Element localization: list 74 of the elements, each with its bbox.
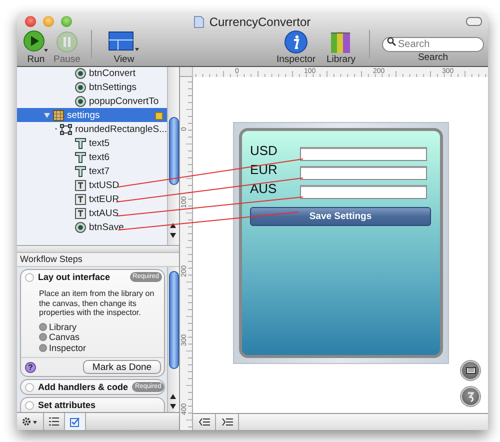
radio-button[interactable]: [25, 272, 34, 282]
outline-item[interactable]: txtAUS: [17, 206, 167, 220]
books-icon[interactable]: [330, 30, 352, 54]
scroll-up-icon[interactable]: [170, 393, 176, 399]
search-icon: [387, 37, 396, 46]
gear-icon: [22, 417, 38, 426]
document-icon: [194, 16, 204, 28]
text-field-icon: [75, 208, 86, 218]
outline-item[interactable]: settings: [17, 108, 167, 122]
round-button-icon: [75, 222, 86, 232]
outline-item[interactable]: popupConvertTo: [17, 94, 167, 108]
step-link[interactable]: Inspector: [39, 342, 164, 353]
outline-scrollbar[interactable]: [167, 67, 179, 245]
step-link[interactable]: Library: [39, 322, 164, 332]
view-tool[interactable]: View: [100, 30, 148, 65]
badge-icon: [155, 112, 163, 120]
mark-done-button[interactable]: Mark as Done: [83, 360, 161, 374]
scroll-down-icon[interactable]: [170, 404, 176, 410]
keyboard-icon: [466, 367, 476, 374]
save-settings-button[interactable]: Save Settings: [250, 207, 431, 226]
text-icon: [75, 166, 86, 176]
step-title: Lay out interface: [38, 271, 112, 283]
splitter-handle[interactable]: [17, 246, 179, 253]
nodes-icon: [60, 124, 72, 134]
outline-item[interactable]: text6: [17, 150, 167, 164]
keyboard-toggle-button[interactable]: [461, 361, 480, 380]
outline-item[interactable]: btnSave: [17, 220, 167, 234]
outdent-icon: [198, 418, 210, 426]
input-field[interactable]: [300, 166, 427, 180]
window-title: CurrencyConvertor: [209, 15, 311, 29]
round-button-icon: [75, 96, 86, 106]
library-tool[interactable]: Library: [321, 30, 361, 65]
outline-item[interactable]: btnConvert: [17, 67, 167, 80]
rotate-button[interactable]: [461, 387, 480, 406]
toolbar-toggle-button[interactable]: [466, 17, 482, 26]
step-title: Add handlers & code: [38, 381, 128, 393]
checklist-tool-button[interactable]: [65, 413, 86, 430]
currency-label: EUR: [250, 163, 278, 176]
outline-item[interactable]: roundedRectangleS...: [17, 122, 167, 136]
steps-scrollbar[interactable]: [167, 267, 179, 412]
scroll-down-icon[interactable]: [170, 233, 176, 239]
disclosure-triangle-icon[interactable]: [44, 112, 50, 118]
text-icon: [75, 152, 86, 162]
currency-label: USD: [250, 144, 278, 157]
search-label: Search: [418, 52, 448, 63]
panel-header: Workflow Steps: [17, 253, 179, 267]
indent-icon: [222, 418, 232, 426]
input-field[interactable]: [300, 184, 427, 198]
text-icon: [75, 138, 86, 148]
inspector-tool[interactable]: Inspector: [271, 30, 321, 65]
help-button[interactable]: ?: [25, 362, 36, 372]
outline-item[interactable]: txtEUR: [17, 192, 167, 206]
grid-icon: [53, 110, 64, 120]
text-field-icon: [75, 194, 86, 204]
outline-item[interactable]: btnSettings: [17, 80, 167, 94]
play-icon[interactable]: [23, 30, 49, 54]
run-tool[interactable]: Run: [21, 30, 51, 65]
currency-label: AUS: [250, 182, 278, 195]
outline-item[interactable]: txtUSD: [17, 178, 167, 192]
info-icon[interactable]: [284, 30, 308, 54]
close-button[interactable]: [25, 16, 36, 26]
window-layout-icon[interactable]: [108, 30, 140, 52]
scroll-up-icon[interactable]: [170, 222, 176, 228]
outline-item[interactable]: text5: [17, 136, 167, 150]
checklist-icon: [70, 416, 80, 426]
text-field-icon: [75, 180, 86, 190]
step-title: Set attributes: [38, 399, 97, 411]
round-button-icon: [75, 82, 86, 92]
step-link[interactable]: Canvas: [39, 332, 164, 342]
step-description: Place an item from the library on the canvas, then change its properties with the inspector.: [39, 289, 156, 318]
outline-item[interactable]: text7: [17, 164, 167, 178]
input-field[interactable]: [300, 146, 427, 160]
list-icon: [49, 417, 59, 426]
search-field[interactable]: Search: [382, 37, 484, 52]
